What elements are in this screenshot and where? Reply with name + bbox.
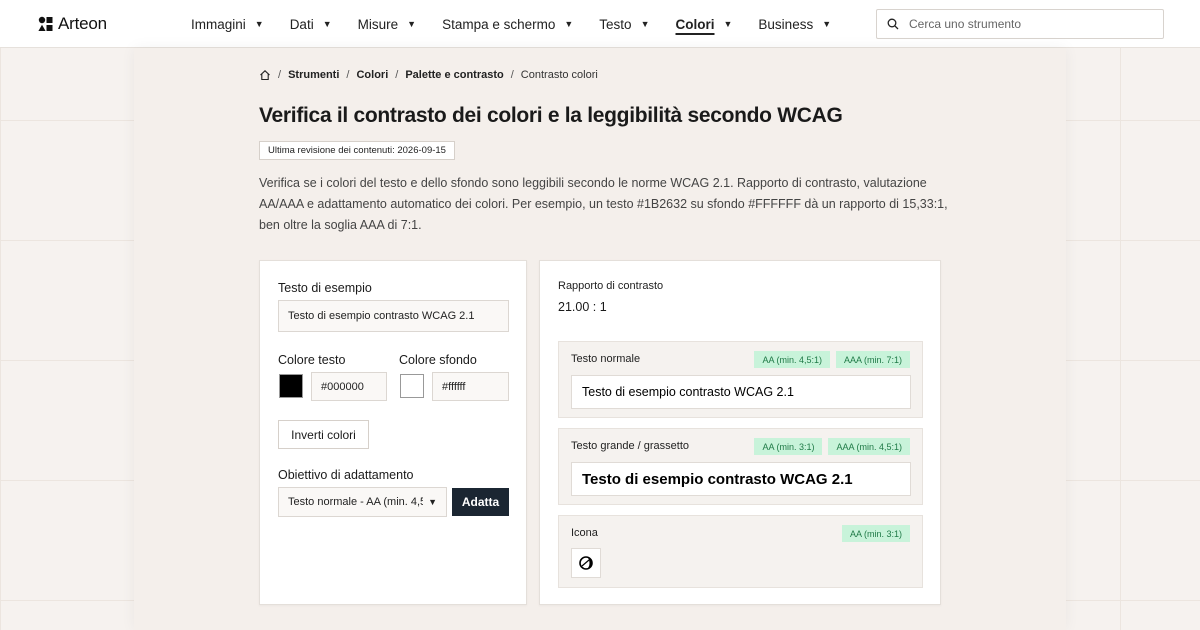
breadcrumb-separator: / [395,69,399,81]
text-color-input[interactable]: #000000 [311,372,387,401]
nav-item-business[interactable]: Business ▼ [758,17,831,32]
adapt-button[interactable]: Adatta [452,488,509,516]
page-title: Verifica il contrasto dei colori e la le… [259,104,843,127]
brand-logo[interactable]: Arteon [38,14,107,34]
icon-preview: Icona AA (min. 3:1) [558,515,923,588]
breadcrumb-item-current: Contrasto colori [520,69,598,81]
large-text-badges: AA (min. 3:1) AAA (min. 4,5:1) [748,438,910,455]
page-description: Verifica se i colori del testo e dello s… [259,176,948,232]
caret-down-icon: ▼ [640,19,650,29]
invert-colors-button[interactable]: Inverti colori [278,420,369,449]
caret-down-icon: ▼ [564,19,574,29]
breadcrumb-separator: / [510,69,514,81]
chevron-down-icon: ▼ [428,497,437,507]
search-box[interactable] [876,9,1164,39]
nav-label: Stampa e schermo [442,16,556,32]
nav-item-misure[interactable]: Misure ▼ [358,17,416,32]
nav-item-dati[interactable]: Dati ▼ [290,17,332,32]
search-icon [887,18,899,30]
ratio-value: 21.00 : 1 [558,300,607,314]
caret-down-icon: ▼ [322,19,332,29]
caret-down-icon: ▼ [254,19,264,29]
ratio-label: Rapporto di contrasto [558,280,664,292]
aaa-pass-badge: AAA (min. 4,5:1) [828,438,910,455]
nav-label: Testo [599,16,632,32]
breadcrumb-separator: / [278,69,282,81]
arteon-logo-icon [38,16,53,31]
text-color-label: Colore testo [278,353,346,367]
nav-item-stampa-e-schermo[interactable]: Stampa e schermo ▼ [442,17,573,32]
large-text-title: Testo grande / grassetto [571,440,690,452]
main-content: / Strumenti / Colori / Palette e contras… [134,48,1066,630]
nav-label: Dati [289,16,314,32]
normal-text-badges: AA (min. 4,5:1) AAA (min. 7:1) [748,351,910,368]
search-input[interactable] [909,17,1149,31]
nav-label: Business [758,16,814,32]
nav-item-testo[interactable]: Testo ▼ [599,17,649,32]
normal-text-preview: Testo normale AA (min. 4,5:1) AAA (min. … [558,341,923,418]
normal-text-title: Testo normale [571,353,641,365]
main-nav: Immagini ▼ Dati ▼ Misure ▼ Stampa e sche… [191,0,857,48]
target-select-value: Testo normale - AA (min. 4,5:1) [288,496,423,508]
bg-color-swatch[interactable] [400,374,424,398]
nav-label: Immagini [191,16,246,32]
caret-down-icon: ▼ [822,19,832,29]
caret-down-icon: ▼ [723,19,733,29]
nav-item-colori[interactable]: Colori ▼ [676,17,733,32]
aaa-pass-badge: AAA (min. 7:1) [835,351,910,368]
contrast-form-card: Testo di esempio Testo di esempio contra… [259,260,527,605]
large-text-preview: Testo grande / grassetto AA (min. 3:1) A… [558,428,923,505]
contrast-result-card: Rapporto di contrasto 21.00 : 1 Testo no… [539,260,941,605]
aa-pass-badge: AA (min. 4,5:1) [754,351,830,368]
icon-title: Icona [571,527,598,539]
nav-label: Colori [675,16,715,32]
breadcrumb-item-strumenti[interactable]: Strumenti [288,69,339,81]
contrast-icon [579,556,593,570]
target-select[interactable]: Testo normale - AA (min. 4,5:1) ▼ [278,487,447,517]
sample-text-label: Testo di esempio [278,281,372,295]
breadcrumb-item-colori[interactable]: Colori [356,69,388,81]
revision-badge: Ultima revisione dei contenuti: 2026-09-… [259,141,455,160]
icon-badges: AA (min. 3:1) [836,525,910,542]
breadcrumb-separator: / [346,69,350,81]
top-header: Arteon Immagini ▼ Dati ▼ Misure ▼ Stampa… [0,0,1200,48]
nav-label: Misure [357,16,399,32]
target-label: Obiettivo di adattamento [278,468,414,482]
large-text-sample: Testo di esempio contrasto WCAG 2.1 [571,462,911,496]
normal-text-sample: Testo di esempio contrasto WCAG 2.1 [571,375,911,409]
aa-pass-badge: AA (min. 3:1) [754,438,823,455]
icon-sample-box [571,548,601,578]
breadcrumb-item-palette[interactable]: Palette e contrasto [405,69,503,81]
sample-text-input[interactable]: Testo di esempio contrasto WCAG 2.1 [278,300,509,332]
text-color-swatch[interactable] [279,374,303,398]
home-icon[interactable] [259,69,271,81]
bg-color-input[interactable]: #ffffff [432,372,509,401]
aa-pass-badge: AA (min. 3:1) [841,525,910,542]
brand-name: Arteon [58,14,107,33]
caret-down-icon: ▼ [407,19,417,29]
breadcrumb: / Strumenti / Colori / Palette e contras… [259,69,598,81]
nav-item-immagini[interactable]: Immagini ▼ [191,17,264,32]
bg-color-label: Colore sfondo [399,353,477,367]
